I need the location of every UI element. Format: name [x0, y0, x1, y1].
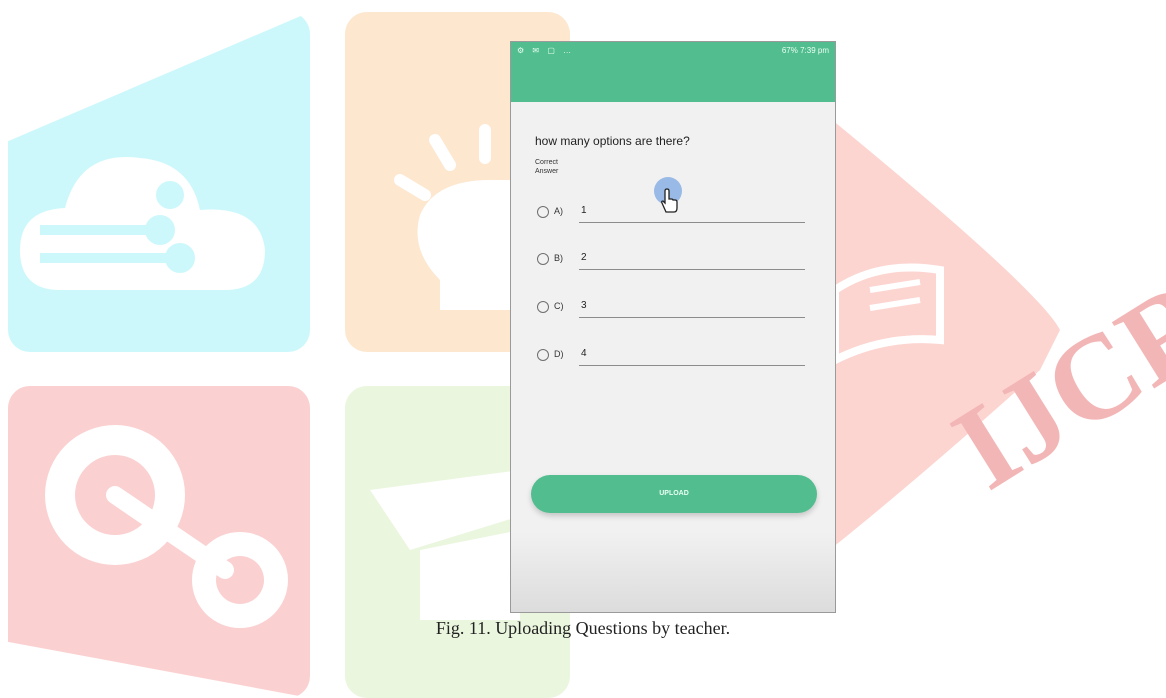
option-d-value: 4: [581, 348, 587, 359]
book-icon: [831, 263, 944, 367]
option-a-input[interactable]: 1: [579, 202, 805, 223]
option-b-value: 2: [581, 252, 587, 263]
option-a-letter: A): [554, 206, 563, 216]
option-row-c: C) 3: [535, 297, 811, 323]
question-text: how many options are there?: [535, 134, 690, 148]
option-c-letter: C): [554, 301, 564, 311]
upload-button[interactable]: UPLOAD: [531, 475, 817, 513]
status-battery-time: 67% 7:39 pm: [781, 46, 829, 55]
status-icons: ⚙ ✉ ▢ …: [517, 46, 575, 55]
option-d-input[interactable]: 4: [579, 345, 805, 366]
option-b-input[interactable]: 2: [579, 249, 805, 270]
correct-answer-label: Correct Answer: [535, 159, 559, 175]
cloud-icon: [20, 157, 265, 290]
option-a-value: 1: [581, 205, 587, 216]
option-row-d: D) 4: [535, 345, 811, 371]
figure-caption: Fig. 11. Uploading Questions by teacher.: [435, 618, 731, 638]
status-bar: ⚙ ✉ ▢ … 67% 7:39 pm: [511, 42, 835, 60]
option-d-radio[interactable]: [537, 349, 549, 361]
option-b-letter: B): [554, 253, 563, 263]
screen-bottom-area: [511, 532, 835, 612]
option-c-input[interactable]: 3: [579, 297, 805, 318]
option-d-letter: D): [554, 349, 564, 359]
option-c-value: 3: [581, 300, 587, 311]
gear-icon: [45, 425, 288, 628]
option-a-radio[interactable]: [537, 206, 549, 218]
option-row-b: B) 2: [535, 249, 811, 275]
hand-cursor-icon: [661, 188, 678, 213]
phone-screen: ⚙ ✉ ▢ … 67% 7:39 pm how many options are…: [511, 42, 835, 612]
option-b-radio[interactable]: [537, 253, 549, 265]
option-c-radio[interactable]: [537, 301, 549, 313]
